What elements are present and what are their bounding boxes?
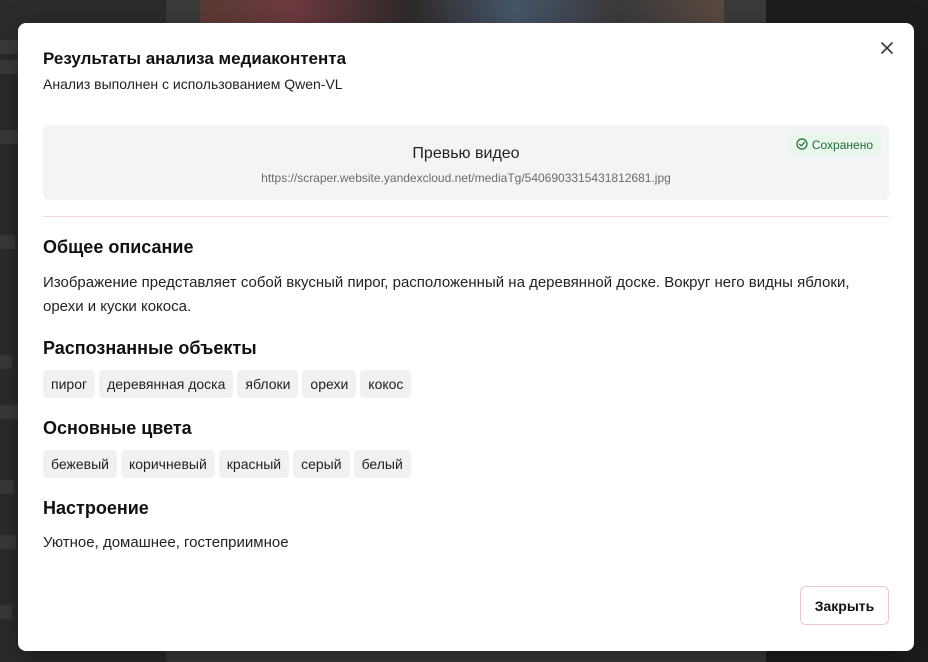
preview-url: https://scraper.website.yandexcloud.net/…	[261, 171, 671, 185]
preview-title: Превью видео	[412, 145, 520, 162]
saved-badge: Сохранено	[789, 134, 881, 156]
modal-title: Результаты анализа медиаконтента	[43, 49, 347, 68]
video-preview: Превью видео https://scraper.website.yan…	[43, 125, 889, 200]
close-button[interactable]: Закрыть	[800, 586, 889, 625]
object-tag: деревянная доска	[99, 370, 234, 398]
description-title: Общее описание	[43, 237, 194, 257]
object-tag: орехи	[302, 370, 357, 398]
colors-title: Основные цвета	[43, 418, 192, 438]
color-tag: белый	[353, 450, 411, 478]
color-tag: коричневый	[120, 450, 215, 478]
object-tag: пирог	[43, 370, 96, 398]
mood-text: Уютное, домашнее, гостеприимное	[43, 534, 289, 551]
objects-title: Распознанные объекты	[43, 338, 257, 358]
description-text: Изображение представляет собой вкусный п…	[43, 274, 850, 315]
color-tag: серый	[293, 450, 350, 478]
check-circle-icon	[796, 137, 808, 153]
mood-title: Настроение	[43, 498, 149, 518]
objects-tags: пирог деревянная доска яблоки орехи коко…	[43, 370, 412, 398]
colors-tags: бежевый коричневый красный серый белый	[43, 450, 411, 478]
saved-badge-label: Сохранено	[811, 138, 873, 152]
close-icon[interactable]	[878, 39, 896, 57]
modal-subtitle: Анализ выполнен с использованием Qwen-VL	[43, 76, 343, 92]
divider	[43, 216, 889, 217]
color-tag: бежевый	[43, 450, 117, 478]
color-tag: красный	[218, 450, 290, 478]
analysis-results-modal: Результаты анализа медиаконтента Анализ …	[18, 23, 914, 651]
object-tag: кокос	[360, 370, 412, 398]
object-tag: яблоки	[237, 370, 299, 398]
background-image	[200, 0, 724, 24]
